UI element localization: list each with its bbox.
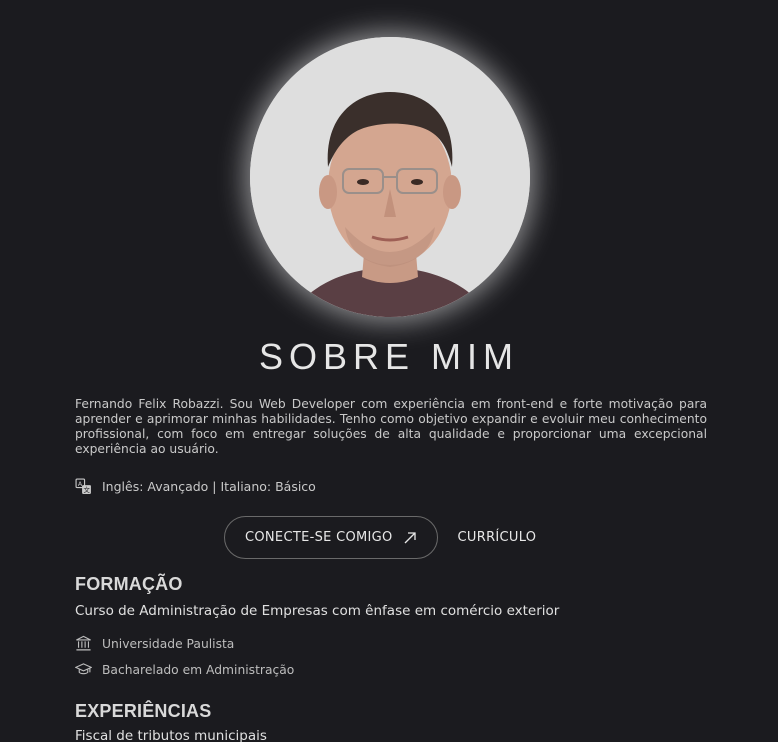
graduation-cap-icon	[75, 663, 92, 675]
profile-photo-illustration	[250, 37, 530, 317]
connect-button-label: CONECTE-SE COMIGO	[245, 530, 393, 545]
education-degree: Bacharelado em Administração	[102, 662, 295, 677]
education-degree-row: Bacharelado em Administração	[75, 661, 294, 678]
svg-text:文: 文	[84, 485, 91, 494]
experience-heading: EXPERIÊNCIAS	[75, 701, 212, 721]
languages-row: A 文 Inglês: Avançado | Italiano: Básico	[75, 478, 316, 495]
connect-button[interactable]: CONECTE-SE COMIGO	[224, 516, 438, 559]
cv-link[interactable]: CURRÍCULO	[458, 530, 537, 545]
education-institution: Universidade Paulista	[102, 636, 235, 651]
profile-photo	[250, 37, 530, 317]
languages-text: Inglês: Avançado | Italiano: Básico	[102, 479, 316, 494]
page-title: SOBRE MIM	[258, 336, 519, 377]
cta-row: CONECTE-SE COMIGO CURRÍCULO	[224, 516, 536, 559]
university-icon	[76, 635, 91, 651]
translate-icon: A 文	[75, 478, 91, 494]
education-course: Curso de Administração de Empresas com ê…	[75, 603, 560, 619]
education-heading: FORMAÇÃO	[75, 574, 183, 594]
arrow-up-right-icon	[404, 531, 416, 543]
education-institution-row: Universidade Paulista	[75, 635, 234, 652]
bio-text: Fernando Felix Robazzi. Sou Web Develope…	[75, 397, 707, 456]
experience-first-role: Fiscal de tributos municipais	[75, 728, 267, 742]
